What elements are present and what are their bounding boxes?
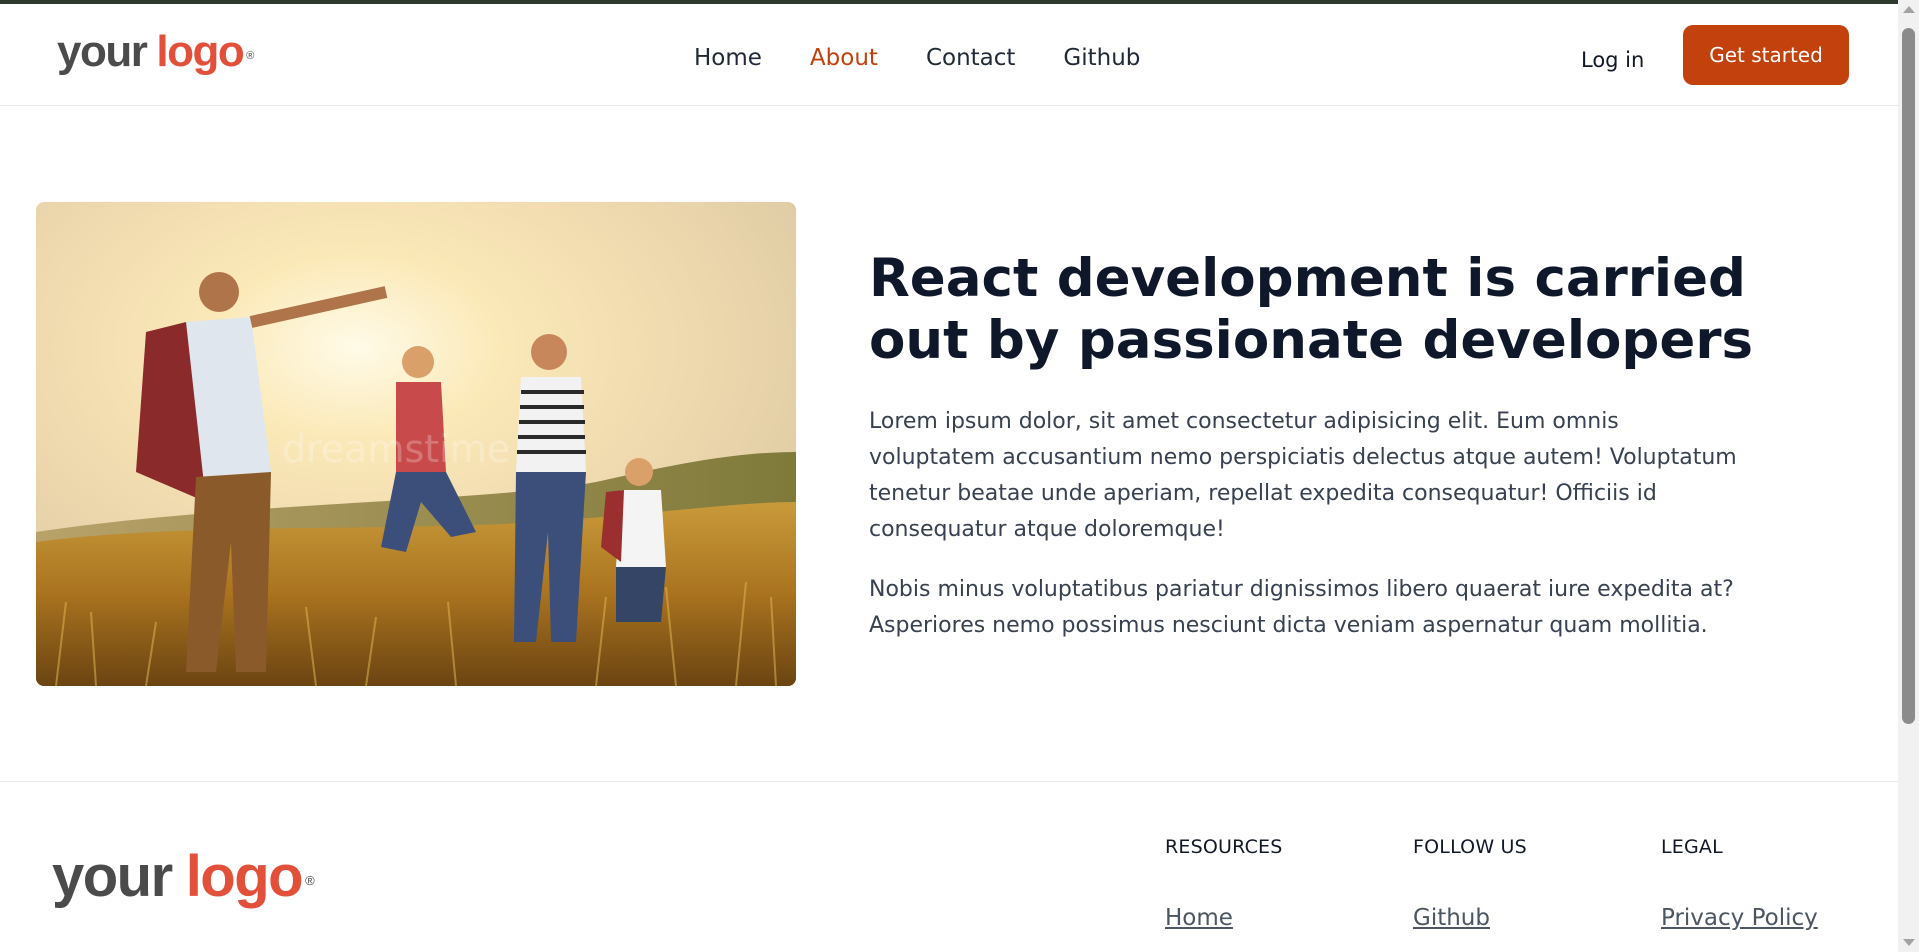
- footer-link-github[interactable]: Github: [1413, 903, 1527, 933]
- watermark-text: dreamstime: [282, 427, 510, 471]
- footer-column-title: LEGAL: [1661, 836, 1723, 858]
- get-started-button[interactable]: Get started: [1683, 25, 1849, 85]
- logo-text-your: your: [57, 27, 148, 76]
- footer-column-resources: RESOURCES Home: [1165, 835, 1283, 933]
- nav-link-home[interactable]: Home: [694, 40, 762, 76]
- scroll-down-arrow-icon[interactable]: [1903, 939, 1915, 946]
- hero-image: dreamstime: [36, 202, 796, 686]
- page-scrollbar[interactable]: [1898, 0, 1919, 952]
- logo-text-logo: logo: [185, 844, 304, 909]
- intro-paragraph-2: Nobis minus voluptatibus pariatur dignis…: [869, 577, 1734, 638]
- nav-link-github[interactable]: Github: [1063, 40, 1140, 76]
- intro-paragraph-1: Lorem ipsum dolor, sit amet consectetur …: [869, 409, 1737, 542]
- login-link[interactable]: Log in: [1581, 44, 1644, 76]
- family-field-photo: dreamstime: [36, 202, 796, 686]
- scroll-up-arrow-icon[interactable]: [1903, 6, 1915, 13]
- main-nav: Home About Contact Github: [694, 40, 1188, 76]
- footer-logo[interactable]: your logo ®: [52, 848, 315, 910]
- footer-column-legal: LEGAL Privacy Policy: [1661, 835, 1818, 933]
- footer-link-home[interactable]: Home: [1165, 903, 1283, 933]
- scrollbar-thumb[interactable]: [1902, 28, 1915, 724]
- nav-link-about[interactable]: About: [810, 40, 878, 76]
- page-heading: React development is carried out by pass…: [869, 248, 1753, 371]
- footer-column-title: RESOURCES: [1165, 836, 1283, 858]
- footer-link-privacy-policy[interactable]: Privacy Policy: [1661, 903, 1818, 933]
- logo-text-logo: logo: [156, 27, 244, 76]
- footer-column-title: FOLLOW US: [1413, 836, 1527, 858]
- footer-divider: [0, 781, 1898, 782]
- header-logo[interactable]: your logo ®: [57, 30, 254, 78]
- nav-link-contact[interactable]: Contact: [926, 40, 1015, 76]
- logo-registered-mark: ®: [305, 873, 315, 888]
- footer-column-follow-us: FOLLOW US Github: [1413, 835, 1527, 933]
- logo-registered-mark: ®: [246, 50, 255, 62]
- site-header: your logo ® Home About Contact Github Lo…: [0, 4, 1898, 106]
- logo-text-your: your: [52, 844, 173, 909]
